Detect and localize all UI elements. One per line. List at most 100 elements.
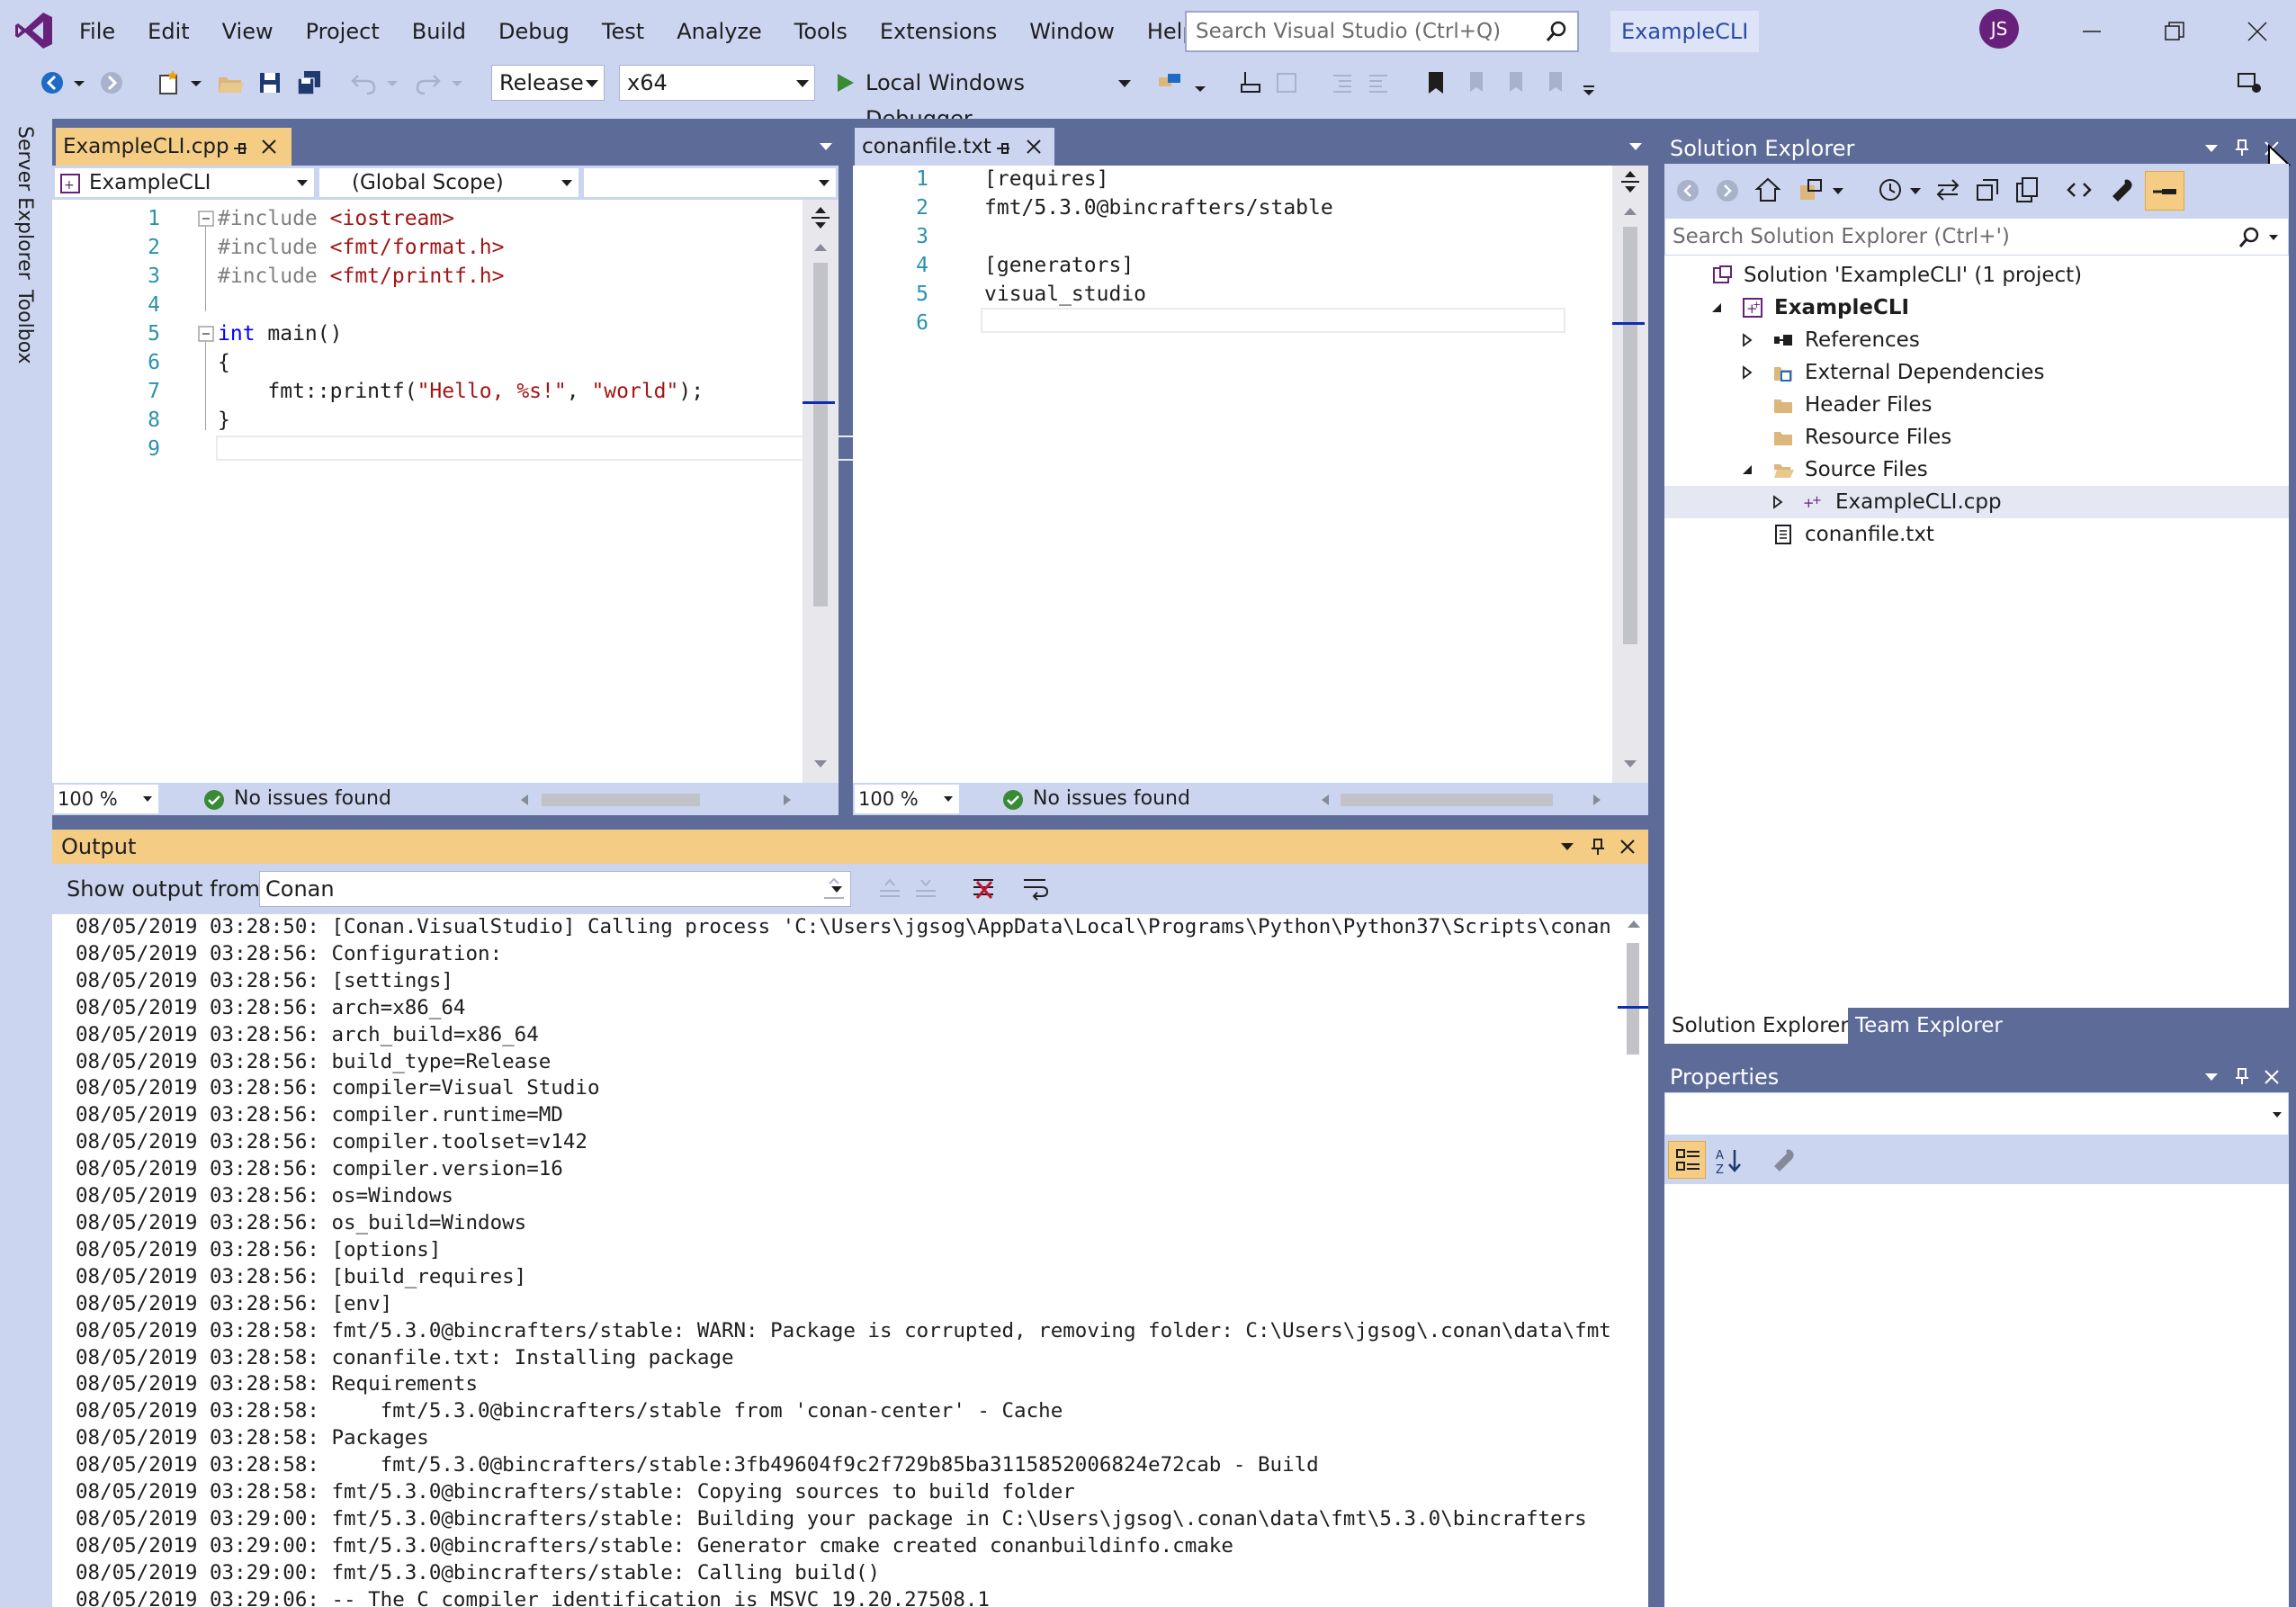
server-explorer-tab[interactable]: Server Explorer: [13, 126, 36, 280]
browser-dropdown-icon[interactable]: [1191, 68, 1209, 97]
chevron-down-icon[interactable]: [1909, 187, 1922, 195]
tree-node[interactable]: Resource Files: [1664, 421, 2289, 453]
editor2-vertical-scrollbar[interactable]: [1612, 166, 1648, 783]
scroll-thumb[interactable]: [813, 263, 828, 606]
menu-build[interactable]: Build: [396, 0, 482, 63]
tab-list-dropdown-icon[interactable]: [819, 142, 833, 151]
find-message-icon[interactable]: [821, 875, 848, 902]
global-scope-select[interactable]: (Global Scope): [318, 167, 579, 198]
solution-explorer-search-input[interactable]: Search Solution Explorer (Ctrl+'): [1664, 218, 2289, 256]
tree-node[interactable]: + + ExampleCLI.cpp: [1664, 486, 2289, 518]
auto-hide-pin-icon[interactable]: [1591, 838, 1605, 856]
menu-project[interactable]: Project: [290, 0, 396, 63]
split-window-icon[interactable]: [1619, 169, 1641, 194]
menu-extensions[interactable]: Extensions: [864, 0, 1013, 63]
solution-platform-select[interactable]: x64: [619, 65, 815, 101]
tab-team-explorer[interactable]: Team Explorer: [1848, 1008, 2010, 1044]
window-position-icon[interactable]: [2204, 1073, 2219, 1082]
clear-bookmarks-icon[interactable]: [1540, 68, 1569, 97]
property-pages-icon[interactable]: [1771, 1146, 1798, 1173]
close-icon[interactable]: [2264, 1069, 2280, 1085]
increase-indent-icon[interactable]: [1364, 68, 1393, 97]
open-file-icon[interactable]: [216, 68, 245, 97]
restore-button[interactable]: [2134, 0, 2215, 63]
undo-dropdown-icon[interactable]: [383, 68, 401, 97]
step-over-icon[interactable]: [1272, 68, 1301, 97]
back-dropdown-icon[interactable]: [70, 68, 88, 97]
switch-views-icon[interactable]: [1798, 176, 1825, 203]
tree-node[interactable]: External Dependencies: [1664, 356, 2289, 389]
properties-wrench-icon[interactable]: [2109, 176, 2136, 203]
output-text-area[interactable]: 08/05/2019 03:28:50: [Conan.VisualStudio…: [52, 914, 1648, 1607]
tree-node[interactable]: Header Files: [1664, 389, 2289, 421]
categorized-toggle[interactable]: [1668, 1141, 1706, 1179]
view-code-icon[interactable]: [2066, 176, 2093, 203]
scroll-thumb[interactable]: [1627, 943, 1639, 1055]
collapse-region-icon[interactable]: [198, 326, 214, 342]
horizontal-scroll-thumb[interactable]: [1341, 794, 1553, 806]
issues-status[interactable]: No issues found: [1033, 783, 1190, 815]
menu-view[interactable]: View: [206, 0, 290, 63]
toolbar-overflow-icon[interactable]: [1580, 68, 1598, 97]
close-window-button[interactable]: [2217, 0, 2296, 63]
editor1-vertical-scrollbar[interactable]: [803, 200, 839, 783]
tree-node[interactable]: + + ExampleCLI: [1664, 292, 2289, 324]
auto-hide-pin-icon[interactable]: [2235, 139, 2249, 157]
menu-tools[interactable]: Tools: [778, 0, 864, 63]
tab-examplecli-cpp[interactable]: ExampleCLI.cpp: [56, 128, 291, 166]
expanded-arrow-icon[interactable]: [1709, 301, 1724, 315]
previous-message-icon[interactable]: [876, 875, 903, 902]
redo-dropdown-icon[interactable]: [448, 68, 466, 97]
new-dropdown-icon[interactable]: [187, 68, 205, 97]
user-avatar[interactable]: JS: [1979, 9, 2019, 49]
menu-file[interactable]: File: [63, 0, 131, 63]
clear-all-icon[interactable]: [970, 875, 997, 902]
scroll-right-icon[interactable]: [783, 794, 792, 806]
scroll-up-icon[interactable]: [1627, 920, 1641, 929]
zoom-select[interactable]: 100 %: [54, 785, 158, 813]
expanded-arrow-icon[interactable]: [1740, 462, 1754, 477]
output-source-select[interactable]: Conan: [259, 871, 851, 907]
chevron-down-icon[interactable]: [1832, 187, 1844, 195]
window-position-icon[interactable]: [2204, 144, 2219, 153]
solution-configuration-select[interactable]: Release: [491, 65, 605, 101]
toolbox-tab[interactable]: Toolbox: [13, 290, 36, 364]
issues-status[interactable]: No issues found: [234, 783, 391, 815]
collapsed-arrow-icon[interactable]: [1740, 333, 1754, 347]
search-visual-studio-input[interactable]: Search Visual Studio (Ctrl+Q): [1185, 11, 1579, 52]
tab-list-dropdown-icon[interactable]: [1628, 142, 1643, 151]
scroll-thumb[interactable]: [1623, 227, 1637, 644]
scroll-up-icon[interactable]: [813, 243, 828, 252]
navigate-back-icon[interactable]: [38, 68, 67, 97]
new-project-icon[interactable]: [155, 68, 184, 97]
editor1-code-area[interactable]: 123456789 #include <iostream> #include <f…: [52, 200, 855, 783]
scroll-down-icon[interactable]: [1623, 759, 1637, 768]
alphabetical-sort-icon[interactable]: AZ: [1715, 1146, 1744, 1175]
previous-bookmark-icon[interactable]: [1461, 68, 1490, 97]
scroll-up-icon[interactable]: [1623, 207, 1637, 216]
close-tab-icon[interactable]: [261, 139, 277, 155]
properties-object-select[interactable]: [1664, 1092, 2289, 1136]
auto-hide-pin-icon[interactable]: [2235, 1067, 2249, 1085]
browser-link-icon[interactable]: [1155, 68, 1184, 97]
horizontal-scroll-thumb[interactable]: [542, 794, 700, 806]
collapsed-arrow-icon[interactable]: [1740, 365, 1754, 380]
pin-icon[interactable]: [995, 140, 1011, 157]
tree-node[interactable]: Source Files: [1664, 453, 2289, 486]
tab-conanfile-txt[interactable]: conanfile.txt: [855, 128, 1054, 166]
project-scope-select[interactable]: + ExampleCLI: [54, 167, 315, 198]
editor2-code-area[interactable]: 1 2 3 4 5 6 [requires] fmt/5.3.0@bincrafters/s…: [853, 166, 1648, 783]
close-icon[interactable]: [1619, 839, 1636, 855]
tree-node[interactable]: References: [1664, 324, 2289, 356]
window-position-icon[interactable]: [1560, 842, 1574, 851]
decrease-indent-icon[interactable]: [1328, 68, 1357, 97]
zoom-select[interactable]: 100 %: [855, 785, 959, 813]
save-icon[interactable]: [256, 68, 284, 97]
navigate-forward-icon[interactable]: [97, 68, 126, 97]
back-icon[interactable]: [1675, 178, 1700, 203]
sync-with-active-document-icon[interactable]: [1934, 176, 1961, 203]
redo-icon[interactable]: [414, 68, 443, 97]
show-all-files-icon[interactable]: [2013, 176, 2040, 203]
scroll-left-icon[interactable]: [520, 794, 529, 806]
bookmark-icon[interactable]: [1422, 68, 1450, 97]
